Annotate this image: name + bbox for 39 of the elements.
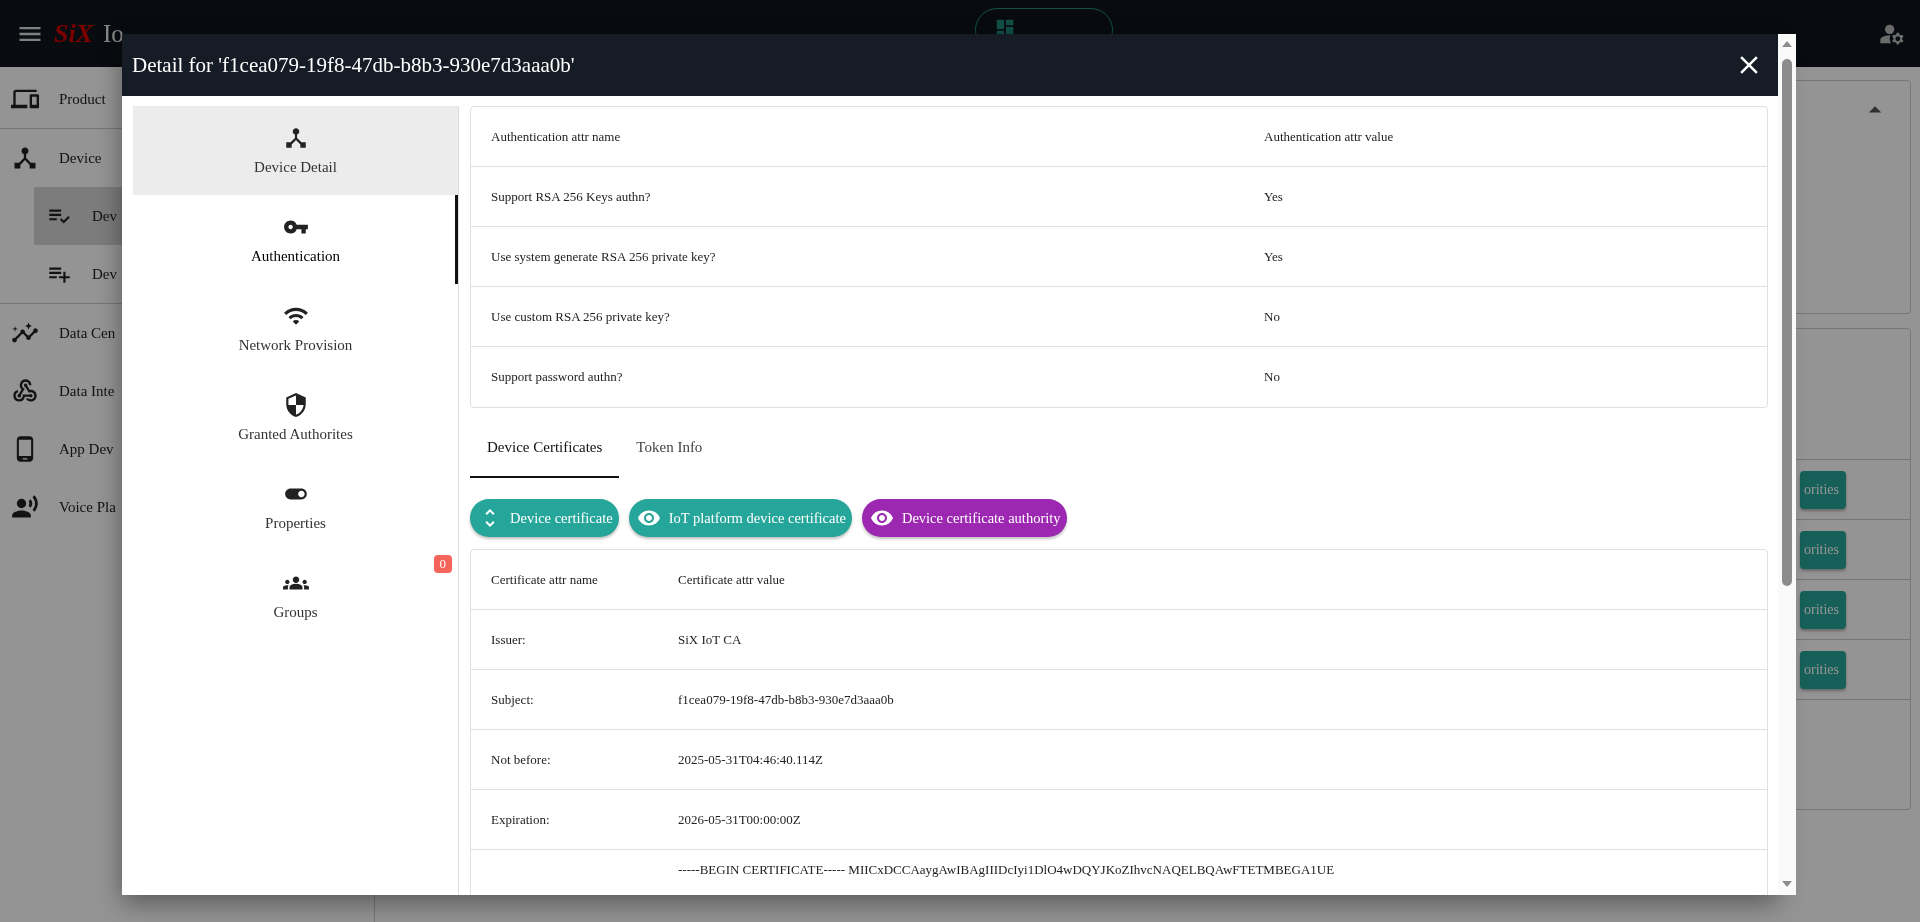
table-cell-text: Support RSA 256 Keys authn? — [491, 188, 652, 205]
sidebar-item-label: Voice Pla — [59, 498, 116, 516]
sidebar-item-label: Data Inte — [59, 382, 115, 400]
table-cell-text: 2025-05-31T04:46:40.114Z — [678, 751, 825, 768]
nav-tab-label: Properties — [265, 515, 326, 532]
dialog-title: Detail for 'f1cea079-19f8-47db-b8b3-930e7d3aaa0b' — [132, 52, 575, 78]
sidebar-item-label: Dev — [92, 207, 117, 225]
column-header: Authentication attr value — [1264, 128, 1395, 145]
table-cell-text: Subject: — [491, 691, 535, 708]
nav-tab-label: Device Detail — [254, 159, 337, 176]
table-cell-text: No — [1264, 308, 1281, 325]
table-cell-text: Not before: — [491, 751, 552, 768]
nav-tab-label: Granted Authorites — [238, 426, 353, 443]
sidebar-item-label: Dev — [92, 265, 117, 283]
count-badge: 0 — [433, 555, 452, 573]
sidebar-item-label: Device — [59, 149, 102, 167]
table-cell-text: Expiration: — [491, 811, 551, 828]
table-cell-text: f1cea079-19f8-47db-b8b3-930e7d3aaa0b — [678, 691, 895, 708]
table-cell-text: Issuer: — [491, 631, 527, 648]
table-cell-text: -----BEGIN CERTIFICATE----- MIICxDCCAaygAwIBAgIIIDcIyi1DlO4wDQYJKoZIhvcNAQELBQAwFTETMBEGA1UE — [678, 862, 1336, 878]
nav-tab-label: Groups — [273, 604, 318, 621]
nav-tab-label: Authentication — [250, 248, 341, 265]
table-cell-text: SiX IoT CA — [678, 631, 743, 648]
app-title: Io — [103, 19, 124, 48]
table-cell-text: Yes — [1264, 248, 1284, 265]
sidebar-item-label: Data Cen — [59, 324, 116, 342]
nav-tab-label: Network Provision — [238, 337, 353, 354]
logo: SiX — [54, 18, 94, 49]
table-cell-text: Yes — [1264, 188, 1284, 205]
table-cell-text: No — [1264, 369, 1281, 385]
sidebar-item-label: App Dev — [59, 440, 114, 458]
table-cell-text: Use system generate RSA 256 private key? — [491, 248, 717, 265]
sidebar-item-label: Product — [59, 90, 106, 108]
table-cell-text: Support password authn? — [491, 369, 624, 385]
column-header: Certificate attr name — [491, 571, 599, 588]
table-cell-text: Use custom RSA 256 private key? — [491, 308, 671, 325]
column-header: Certificate attr value — [678, 571, 786, 588]
column-header: Authentication attr name — [491, 128, 622, 145]
table-cell-text: 2026-05-31T00:00:00Z — [678, 811, 802, 828]
